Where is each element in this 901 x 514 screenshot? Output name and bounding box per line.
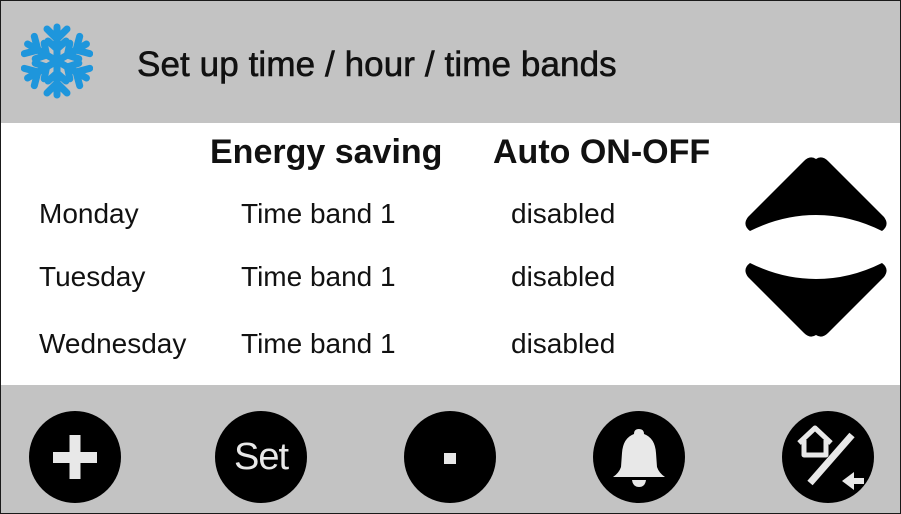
plus-button[interactable] — [29, 411, 121, 503]
day-label: Monday — [39, 198, 139, 229]
column-header-energy-saving: Energy saving — [210, 133, 443, 171]
page-title: Set up time / hour / time bands — [137, 45, 617, 85]
bell-icon — [613, 429, 665, 487]
arrow-down-icon[interactable] — [742, 253, 890, 341]
column-header-auto-on-off: Auto ON-OFF — [493, 133, 711, 171]
minus-icon — [444, 453, 456, 464]
energy-saving-value[interactable]: Time band 1 — [241, 327, 396, 361]
energy-saving-value[interactable]: Time band 1 — [241, 197, 396, 231]
thermostat-screen: Set up time / hour / time bands Energy s… — [0, 0, 901, 514]
auto-on-off-value[interactable]: disabled — [511, 197, 615, 231]
home-back-icon — [797, 425, 864, 490]
auto-on-off-value[interactable]: disabled — [511, 327, 615, 361]
snowflake-icon — [21, 23, 93, 100]
plus-icon — [53, 435, 97, 479]
day-label: Wednesday — [39, 328, 187, 359]
home-back-button[interactable] — [782, 411, 874, 503]
auto-on-off-value[interactable]: disabled — [511, 260, 615, 294]
set-button-label: Set — [233, 436, 289, 478]
header-bar: Set up time / hour / time bands — [1, 1, 900, 123]
energy-saving-value[interactable]: Time band 1 — [241, 260, 396, 294]
arrow-up-icon[interactable] — [742, 153, 890, 241]
minus-button[interactable] — [404, 411, 496, 503]
alarm-button[interactable] — [593, 411, 685, 503]
set-button[interactable]: Set — [215, 411, 307, 503]
day-label: Tuesday — [39, 261, 146, 292]
